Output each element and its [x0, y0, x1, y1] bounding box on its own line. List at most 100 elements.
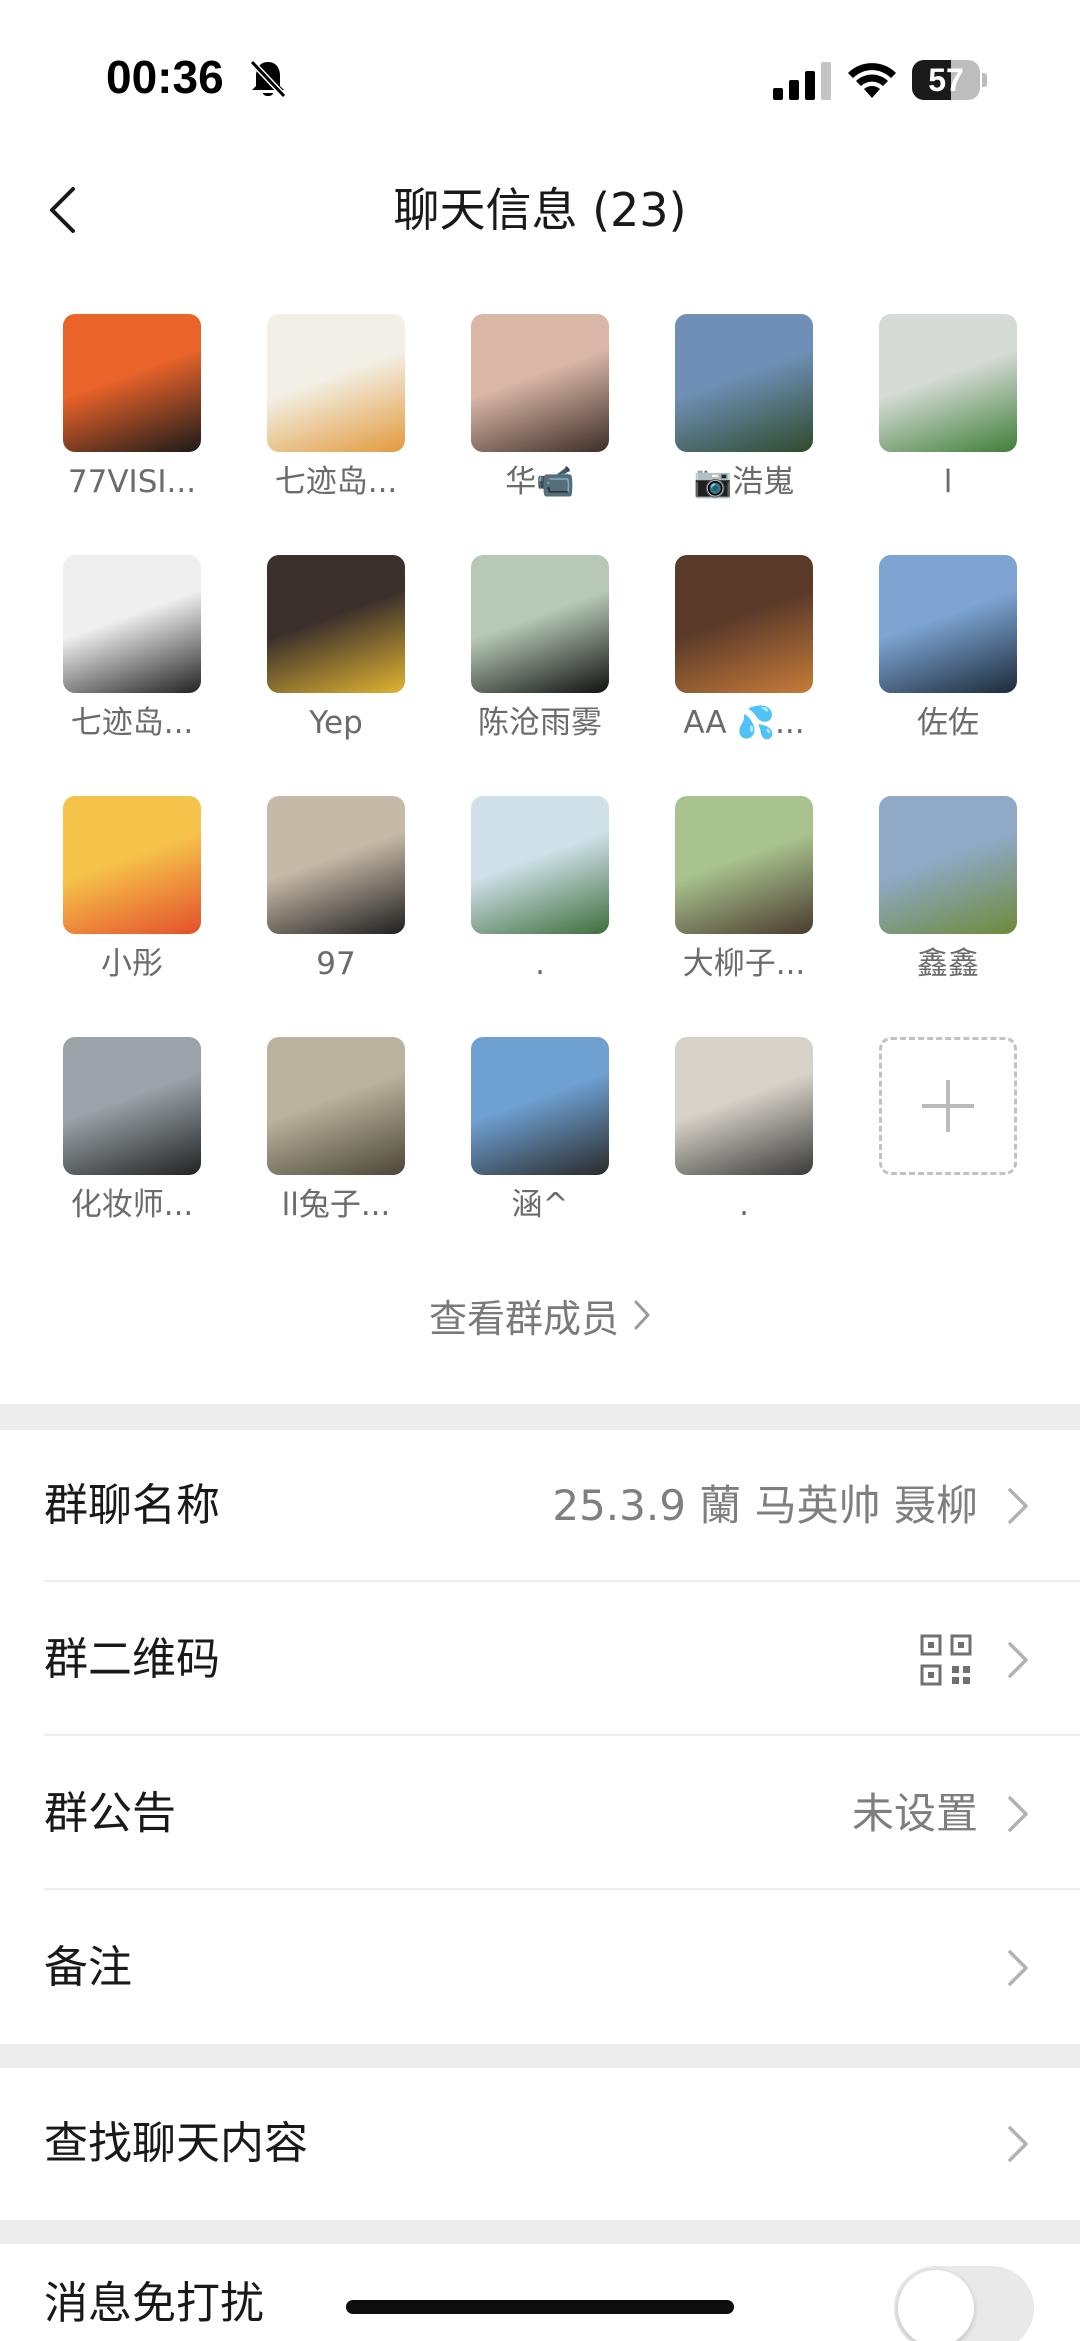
home-indicator — [346, 2300, 734, 2314]
member-name: 化妆师... — [70, 1187, 194, 1223]
member-name: . — [535, 946, 545, 982]
battery-body: 57 — [912, 60, 980, 100]
group-name-value: 25.3.9 蘭 马英帅 聂柳 — [552, 1481, 978, 1530]
member-avatar — [267, 555, 405, 693]
row-divider — [44, 1888, 1080, 1890]
member-item[interactable]: 97 — [234, 782, 438, 992]
member-avatar — [879, 796, 1017, 934]
member-avatar — [267, 314, 405, 452]
member-avatar — [63, 796, 201, 934]
member-avatar — [879, 314, 1017, 452]
page-title: 聊天信息 (23) — [393, 183, 687, 237]
member-item[interactable]: Yep — [234, 541, 438, 751]
group-name-row[interactable]: 群聊名称 25.3.9 蘭 马英帅 聂柳 — [0, 1430, 1080, 1582]
announcement-value: 未设置 — [851, 1789, 978, 1838]
member-name: 📷浩嵬 — [693, 464, 795, 500]
member-name: 鑫鑫 — [917, 946, 979, 982]
chat-info-screen: 00:36 57 聊天信息 (23) 77VISI... 七迹岛... 华📹 📷… — [0, 0, 1080, 2341]
member-name: l — [943, 464, 953, 500]
remark-row[interactable]: 备注 — [0, 1892, 1080, 2044]
member-name: Yep — [309, 705, 363, 741]
row-divider — [44, 1734, 1080, 1736]
member-avatar — [63, 555, 201, 693]
member-name: 七迹岛... — [274, 464, 398, 500]
chevron-right-icon — [1008, 1796, 1028, 1832]
qr-code-icon — [920, 1634, 972, 1686]
member-avatar — [63, 1037, 201, 1175]
member-item[interactable]: . — [438, 782, 642, 992]
member-name: AA 💦... — [683, 705, 805, 741]
section-divider — [0, 2044, 1080, 2068]
group-name-label: 群聊名称 — [44, 1480, 220, 1531]
member-name: 小彤 — [101, 946, 163, 982]
bell-off-icon — [249, 59, 287, 99]
member-avatar — [675, 314, 813, 452]
chevron-right-icon — [634, 1300, 650, 1330]
member-name: ll兔子... — [281, 1187, 391, 1223]
member-name: 涵^ — [511, 1187, 569, 1223]
wifi-icon — [848, 63, 896, 98]
member-item[interactable]: 陈沧雨雾 — [438, 541, 642, 751]
member-item[interactable]: 📷浩嵬 — [642, 300, 846, 510]
member-item[interactable]: 化妆师... — [30, 1023, 234, 1233]
remark-label: 备注 — [44, 1942, 132, 1993]
member-item[interactable]: 鑫鑫 — [846, 782, 1050, 992]
member-item[interactable]: ll兔子... — [234, 1023, 438, 1233]
cellular-signal-icon — [773, 62, 831, 100]
view-members-label: 查看群成员 — [428, 1296, 619, 1341]
mute-toggle[interactable] — [894, 2266, 1034, 2341]
member-item[interactable]: 小彤 — [30, 782, 234, 992]
member-avatar — [675, 796, 813, 934]
view-members-link[interactable]: 查看群成员 — [0, 1280, 1080, 1350]
search-chat-label: 查找聊天内容 — [44, 2118, 308, 2169]
mute-notifications-row[interactable]: 消息免打扰 — [0, 2244, 1080, 2341]
member-avatar — [267, 1037, 405, 1175]
member-name: 七迹岛... — [70, 705, 194, 741]
member-avatar — [63, 314, 201, 452]
row-divider — [44, 1580, 1080, 1582]
member-item[interactable]: 七迹岛... — [234, 300, 438, 510]
chevron-right-icon — [1008, 1488, 1028, 1524]
member-avatar — [879, 555, 1017, 693]
group-qr-label: 群二维码 — [44, 1634, 220, 1685]
chevron-right-icon — [1008, 1950, 1028, 1986]
nav-bar: 聊天信息 (23) — [0, 150, 1080, 270]
member-item[interactable]: AA 💦... — [642, 541, 846, 751]
member-item[interactable]: 77VISI... — [30, 300, 234, 510]
chevron-right-icon — [1008, 1642, 1028, 1678]
mute-label: 消息免打扰 — [44, 2278, 264, 2329]
member-item[interactable]: 佐佐 — [846, 541, 1050, 751]
toggle-knob — [898, 2270, 974, 2341]
member-name: 97 — [316, 946, 356, 982]
section-divider — [0, 2220, 1080, 2244]
member-item[interactable]: l — [846, 300, 1050, 510]
member-item[interactable]: 涵^ — [438, 1023, 642, 1233]
status-bar: 00:36 57 — [0, 0, 1080, 150]
group-announcement-row[interactable]: 群公告 未设置 — [0, 1738, 1080, 1890]
member-name: . — [739, 1187, 749, 1223]
member-name: 佐佐 — [917, 705, 979, 741]
member-name: 陈沧雨雾 — [478, 705, 602, 741]
member-avatar — [471, 314, 609, 452]
battery-indicator: 57 — [912, 60, 987, 100]
member-avatar — [471, 1037, 609, 1175]
search-chat-content-row[interactable]: 查找聊天内容 — [0, 2068, 1080, 2220]
announcement-label: 群公告 — [44, 1788, 176, 1839]
member-avatar — [675, 1037, 813, 1175]
member-avatar — [267, 796, 405, 934]
group-qr-row[interactable]: 群二维码 — [0, 1584, 1080, 1736]
member-name: 大柳子... — [682, 946, 806, 982]
battery-cap — [982, 73, 987, 87]
member-item[interactable]: 华📹 — [438, 300, 642, 510]
member-avatar — [471, 796, 609, 934]
member-item[interactable]: 大柳子... — [642, 782, 846, 992]
member-item[interactable]: . — [642, 1023, 846, 1233]
member-avatar — [471, 555, 609, 693]
member-name: 华📹 — [505, 464, 575, 500]
plus-icon — [879, 1037, 1017, 1175]
status-time: 00:36 — [106, 51, 224, 103]
section-divider — [0, 1404, 1080, 1430]
member-avatar — [675, 555, 813, 693]
member-item[interactable]: 七迹岛... — [30, 541, 234, 751]
add-member-button[interactable] — [846, 1023, 1050, 1233]
